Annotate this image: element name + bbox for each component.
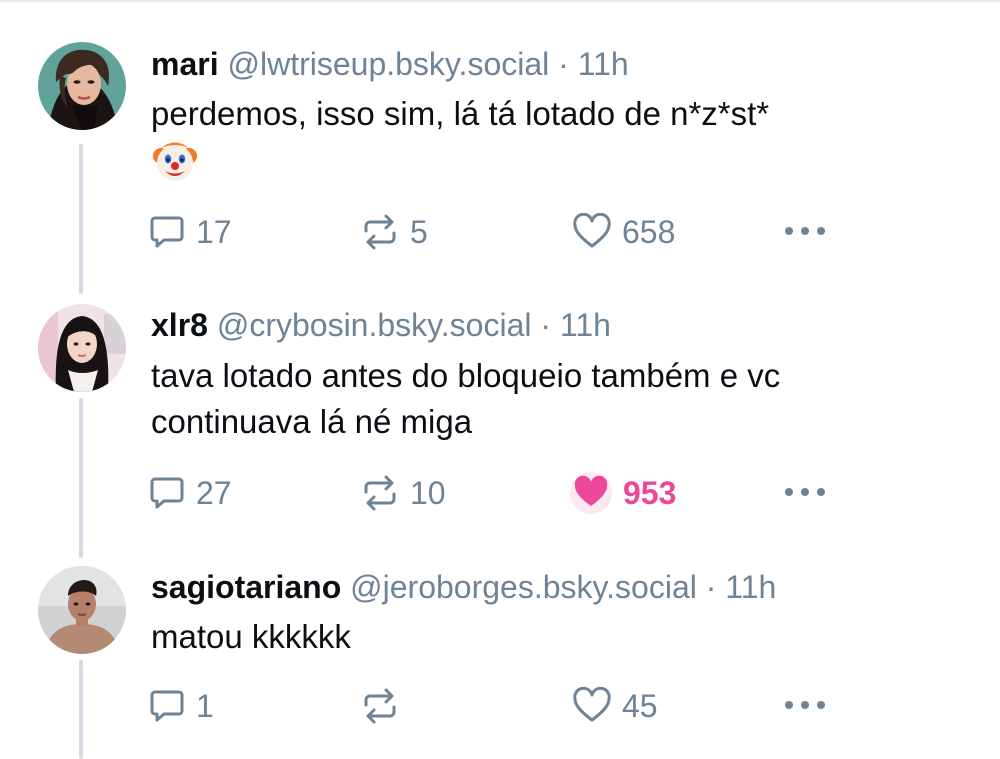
handle[interactable]: @jeroborges.bsky.social [350,569,697,605]
more-options-button[interactable] [784,684,826,728]
like-count: 45 [622,687,658,724]
reply-button[interactable]: 1 [148,684,214,728]
post-text-line: matou kkkkkk [151,618,351,655]
post-3[interactable]: sagiotariano @jeroborges.bsky.social · 1… [0,0,1000,759]
display-name[interactable]: sagiotariano [151,569,341,605]
repost-arrows-icon [360,687,400,725]
heart-icon [572,687,612,725]
more-dots-icon [784,697,826,715]
speech-bubble-icon [148,687,186,725]
reply-count: 1 [196,687,214,724]
separator: · [705,569,717,605]
repost-button[interactable] [360,684,410,728]
avatar[interactable] [38,566,126,654]
like-button[interactable]: 45 [572,684,658,728]
timestamp[interactable]: 11h [725,569,776,605]
post-text: matou kkkkkk [151,614,351,660]
post-actions: 1 45 [148,684,848,728]
post-header: sagiotariano @jeroborges.bsky.social · 1… [151,567,776,607]
